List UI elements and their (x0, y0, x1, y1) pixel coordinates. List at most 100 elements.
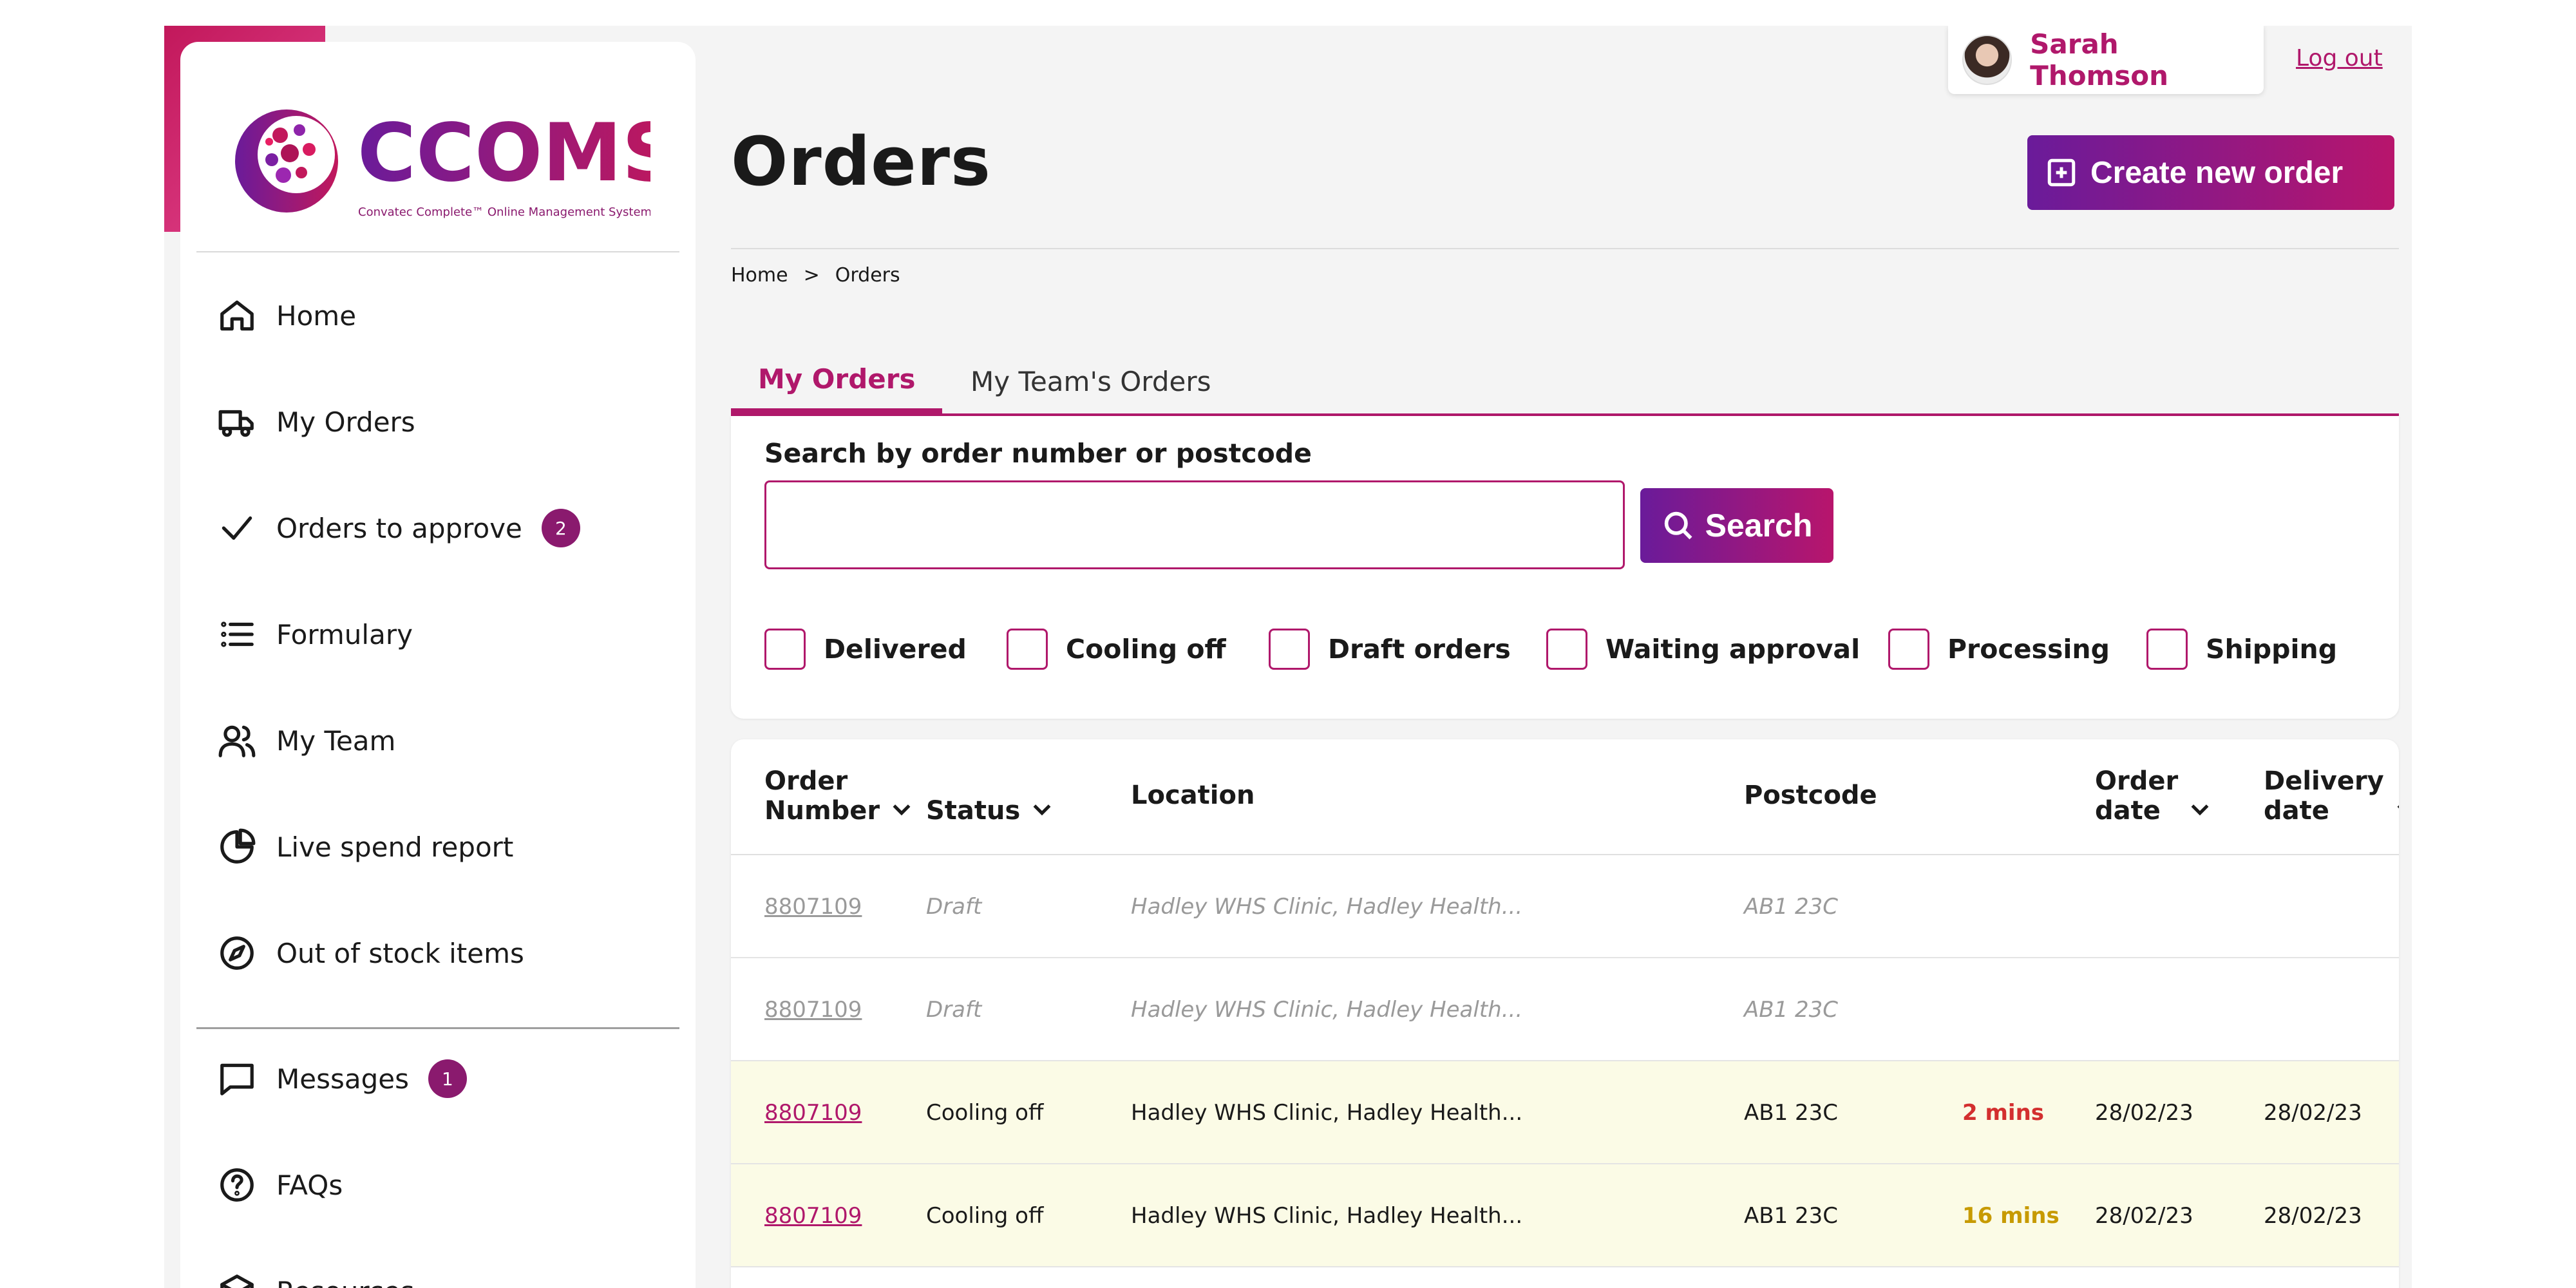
tab-my-teams-orders[interactable]: My Team's Orders (943, 349, 1238, 413)
sidebar-item-formulary[interactable]: Formulary (196, 599, 679, 670)
sidebar-item-faqs[interactable]: FAQs (196, 1150, 679, 1220)
chevron-down-icon (1033, 804, 1051, 816)
order-location: Hadley WHS Clinic, Hadley Health... (1131, 1203, 1523, 1229)
column-label: Order (2095, 766, 2179, 796)
breadcrumb-separator: > (803, 264, 820, 287)
checkbox[interactable] (1546, 629, 1587, 670)
column-status[interactable]: Status (926, 796, 1055, 826)
filter-delivered[interactable]: Delivered (764, 629, 967, 670)
sidebar-item-live-spend-report[interactable]: Live spend report (196, 811, 679, 882)
orders-table: Order Number Status Location Postcode Ord… (731, 739, 2399, 1288)
checkbox[interactable] (1007, 629, 1048, 670)
compass-icon (216, 932, 258, 974)
table-row[interactable]: 8807109 Cooling off Hadley WHS Clinic, H… (731, 1164, 2399, 1267)
sidebar-divider (196, 251, 679, 252)
search-input[interactable] (764, 480, 1625, 569)
create-new-order-button[interactable]: Create new order (2027, 135, 2394, 210)
table-row[interactable]: 8807109 Draft Hadley WHS Clinic, Hadley … (731, 855, 2399, 958)
sidebar-item-out-of-stock[interactable]: Out of stock items (196, 918, 679, 989)
sidebar-item-my-orders[interactable]: My Orders (196, 386, 679, 457)
sidebar-item-messages[interactable]: Messages 1 (196, 1043, 679, 1114)
logo-tagline: Convatec Complete™ Online Management Sys… (358, 205, 650, 219)
sidebar-item-orders-to-approve[interactable]: Orders to approve 2 (196, 493, 679, 564)
chevron-down-icon (2191, 804, 2209, 816)
filter-label: Shipping (2206, 634, 2338, 665)
user-name: Sarah Thomson (2030, 28, 2169, 91)
order-location: Hadley WHS Clinic, Hadley Health... (1131, 894, 1523, 920)
column-label: Status (926, 796, 1021, 826)
order-number-link[interactable]: 8807109 (764, 1164, 862, 1267)
column-label: Number (764, 796, 880, 826)
order-postcode: AB1 23C (1744, 1100, 1839, 1126)
sidebar-item-label: My Team (276, 724, 396, 757)
table-header: Order Number Status Location Postcode Ord… (731, 739, 2399, 855)
checkbox[interactable] (764, 629, 806, 670)
order-postcode: AB1 23C (1744, 1203, 1839, 1229)
table-row[interactable]: 8807109 Draft Hadley WHS Clinic, Hadley … (731, 958, 2399, 1061)
pie-chart-icon (216, 826, 258, 868)
delivery-date: 28/02/23 (2264, 1203, 2362, 1229)
order-number-link[interactable]: 8807109 (764, 1061, 862, 1164)
filter-shipping[interactable]: Shipping (2146, 629, 2337, 670)
column-label: Location (1131, 781, 1255, 810)
order-tabs: My Orders My Team's Orders (731, 335, 2399, 416)
search-button[interactable]: Search (1640, 488, 1833, 563)
ccoms-logo[interactable]: CCOMS Convatec Complete™ Online Manageme… (232, 103, 679, 232)
list-icon (216, 613, 258, 656)
search-button-label: Search (1705, 507, 1813, 544)
filter-label: Cooling off (1066, 634, 1226, 665)
sidebar-item-label: Live spend report (276, 831, 514, 863)
sidebar-item-label: FAQs (276, 1169, 343, 1201)
filter-processing[interactable]: Processing (1888, 629, 2110, 670)
sidebar-item-resources[interactable]: Resources (196, 1256, 679, 1288)
logout-link[interactable]: Log out (2296, 45, 2383, 71)
column-label: date (2095, 796, 2161, 826)
team-icon (216, 719, 258, 762)
sidebar-item-home[interactable]: Home (196, 280, 679, 351)
sidebar: CCOMS Convatec Complete™ Online Manageme… (180, 42, 696, 1288)
column-order-date[interactable]: Order date (2095, 766, 2213, 826)
column-location: Location (1131, 781, 1255, 810)
sidebar-item-label: Out of stock items (276, 937, 524, 969)
count-badge: 1 (428, 1059, 467, 1098)
order-number-link[interactable]: 8807109 (764, 855, 862, 958)
sidebar-item-label: Messages (276, 1063, 409, 1095)
page-title: Orders (731, 122, 991, 201)
order-postcode: AB1 23C (1744, 894, 1839, 920)
order-date: 28/02/23 (2095, 1100, 2193, 1126)
column-label: date (2264, 796, 2329, 826)
column-order-number[interactable]: Order Number (764, 766, 914, 826)
plus-square-icon (2047, 158, 2076, 187)
breadcrumb-home[interactable]: Home (731, 264, 788, 287)
filter-label: Draft orders (1328, 634, 1511, 665)
cooling-off-time: 16 mins (1962, 1203, 2060, 1229)
search-icon (1664, 511, 1692, 540)
breadcrumb-current: Orders (835, 264, 900, 287)
order-location: Hadley WHS Clinic, Hadley Health... (1131, 1100, 1523, 1126)
count-badge: 2 (541, 509, 580, 547)
filter-waiting-approval[interactable]: Waiting approval (1546, 629, 1860, 670)
order-status: Draft (926, 894, 982, 920)
sidebar-item-label: Formulary (276, 618, 413, 650)
column-delivery-date[interactable]: Delivery date (2264, 766, 2399, 826)
order-status: Cooling off (926, 1203, 1044, 1229)
sidebar-item-label: Resources (276, 1276, 415, 1288)
table-row[interactable]: 8807109 Cooling off Hadley WHS Clinic, H… (731, 1061, 2399, 1164)
search-label: Search by order number or postcode (764, 438, 1312, 469)
header-divider (731, 248, 2399, 249)
column-label: Delivery (2264, 766, 2384, 796)
order-number-link[interactable]: 8807109 (764, 958, 862, 1061)
checkbox[interactable] (2146, 629, 2188, 670)
cooling-off-time: 2 mins (1962, 1100, 2045, 1126)
filter-draft-orders[interactable]: Draft orders (1269, 629, 1511, 670)
box-icon (216, 1270, 258, 1288)
checkbox[interactable] (1888, 629, 1929, 670)
sidebar-item-my-team[interactable]: My Team (196, 705, 679, 776)
checkbox[interactable] (1269, 629, 1310, 670)
tab-my-orders[interactable]: My Orders (731, 349, 943, 413)
sidebar-item-label: Orders to approve (276, 512, 522, 544)
user-menu[interactable]: Sarah Thomson (1948, 26, 2264, 94)
help-icon (216, 1164, 258, 1206)
filter-label: Processing (1947, 634, 2110, 665)
filter-cooling-off[interactable]: Cooling off (1007, 629, 1226, 670)
